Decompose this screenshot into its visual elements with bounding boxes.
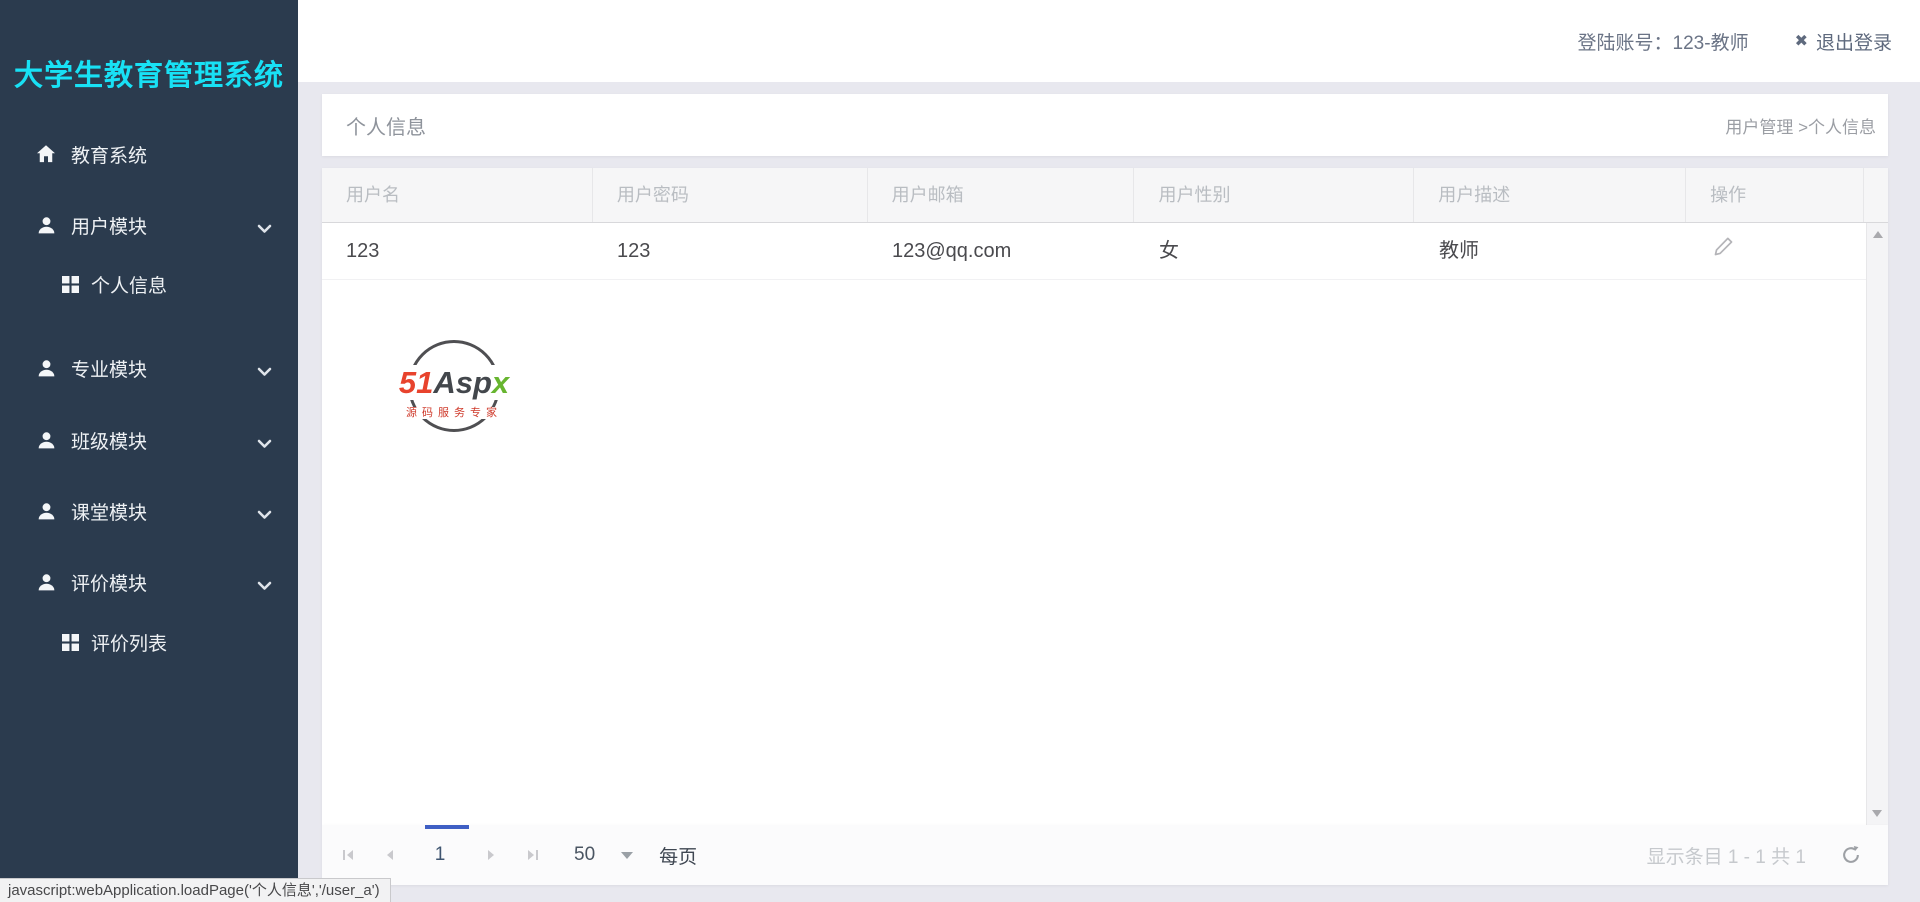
cell-actions: [1687, 223, 1865, 279]
user-grid: 用户名 用户密码 用户邮箱 用户性别 用户描述 操作 123 123 123@q…: [322, 168, 1888, 825]
column-header-actions[interactable]: 操作: [1686, 168, 1865, 222]
page-title: 个人信息: [346, 116, 426, 139]
logo-subtitle: 源码服务专家: [404, 407, 504, 419]
first-page-button[interactable]: [328, 838, 369, 872]
column-header-description[interactable]: 用户描述: [1414, 168, 1687, 222]
app-title: 大学生教育管理系统: [13, 60, 284, 92]
sidebar-item-label: 教育系统: [71, 145, 148, 167]
scroll-up-icon[interactable]: [1872, 231, 1883, 238]
edit-pencil-icon[interactable]: [1713, 223, 1734, 279]
sidebar-item-label: 用户模块: [71, 216, 148, 238]
chevron-down-icon: [257, 361, 272, 383]
topbar: 登陆账号：123-教师 ✖ 退出登录: [298, 0, 1920, 82]
sidebar-item-course-module[interactable]: 课堂模块: [0, 493, 298, 529]
pagination-summary: 显示条目 1 - 1 共 1: [1646, 846, 1806, 868]
close-icon: ✖: [1794, 33, 1808, 50]
cell-email: 123@qq.com: [892, 240, 1012, 262]
user-icon: [34, 357, 58, 379]
column-header-filler: [1864, 168, 1888, 222]
sidebar-nav: 教育系统 用户模块 个人信息 专业模块 班级模块 课堂模块 评价模块 评价列表: [0, 136, 298, 660]
user-icon: [34, 500, 58, 522]
main-content: 个人信息 用户管理 >个人信息 用户名 用户密码 用户邮箱 用户性别 用户描述 …: [298, 82, 1920, 885]
page-size-dropdown[interactable]: 50: [574, 844, 634, 866]
sidebar-item-label: 评价模块: [71, 573, 148, 595]
table-row: 123 123 123@qq.com 女 教师: [322, 223, 1888, 280]
sidebar-item-class-module[interactable]: 班级模块: [0, 422, 298, 458]
account-label: 登陆账号：123-教师: [1577, 32, 1749, 54]
cell-password: 123: [617, 240, 651, 262]
51aspx-logo: 51Aspx 源码服务专家: [392, 340, 516, 452]
user-icon: [34, 429, 58, 451]
scroll-down-icon[interactable]: [1872, 810, 1882, 817]
pagination-bar: 1 50 每页 显示条目 1 - 1 共 1: [322, 825, 1888, 885]
next-page-button[interactable]: [470, 838, 511, 872]
column-header-gender[interactable]: 用户性别: [1134, 168, 1415, 222]
home-icon: [34, 143, 58, 165]
grid-icon: [60, 631, 80, 653]
sidebar-item-education-system[interactable]: 教育系统: [0, 136, 298, 172]
sidebar-item-label: 专业模块: [71, 359, 148, 381]
page-number-button[interactable]: 1: [410, 844, 470, 866]
user-icon: [34, 214, 58, 236]
previous-page-button[interactable]: [369, 838, 410, 872]
dropdown-arrow-icon: [621, 851, 634, 859]
logout-label: 退出登录: [1815, 32, 1892, 54]
breadcrumb: 用户管理 >个人信息: [1725, 117, 1876, 137]
logout-button[interactable]: ✖ 退出登录: [1795, 28, 1892, 55]
sidebar-item-personal-info[interactable]: 个人信息: [0, 266, 298, 302]
chevron-down-icon: [257, 575, 272, 597]
per-page-label: 每页: [659, 846, 698, 868]
cell-description: 教师: [1439, 240, 1479, 262]
chevron-down-icon: [257, 218, 272, 240]
chevron-down-icon: [257, 433, 272, 455]
grid-header: 用户名 用户密码 用户邮箱 用户性别 用户描述 操作: [322, 168, 1888, 223]
sidebar-item-evaluation-module[interactable]: 评价模块: [0, 564, 298, 600]
chevron-down-icon: [257, 504, 272, 526]
sidebar-item-user-module[interactable]: 用户模块: [0, 207, 298, 243]
sidebar-item-evaluation-list[interactable]: 评价列表: [0, 624, 298, 660]
sidebar-item-label: 个人信息: [91, 275, 168, 297]
sidebar-item-label: 班级模块: [71, 431, 148, 453]
column-header-email[interactable]: 用户邮箱: [868, 168, 1135, 222]
active-page-indicator: [425, 825, 469, 829]
page-size-value: 50: [574, 844, 596, 865]
pager-right: 显示条目 1 - 1 共 1: [1647, 842, 1888, 869]
column-header-password[interactable]: 用户密码: [593, 168, 868, 222]
logo-text: 51Aspx: [397, 365, 511, 400]
refresh-button[interactable]: [1840, 844, 1862, 866]
vertical-scrollbar[interactable]: [1866, 223, 1888, 825]
grid-icon: [60, 273, 80, 295]
cell-gender: 女: [1159, 240, 1179, 262]
sidebar-item-label: 课堂模块: [71, 502, 148, 524]
last-page-button[interactable]: [511, 838, 552, 872]
status-bar: javascript:webApplication.loadPage('个人信息…: [0, 878, 391, 902]
sidebar-item-label: 评价列表: [91, 633, 168, 655]
sidebar-item-major-module[interactable]: 专业模块: [0, 350, 298, 386]
sidebar: 大学生教育管理系统 教育系统 用户模块 个人信息 专业模块 班级模块 课堂模块 …: [0, 0, 298, 902]
cell-username: 123: [346, 240, 380, 262]
breadcrumb-bar: 个人信息 用户管理 >个人信息: [322, 94, 1888, 156]
column-header-username[interactable]: 用户名: [322, 168, 593, 222]
user-icon: [34, 571, 58, 593]
